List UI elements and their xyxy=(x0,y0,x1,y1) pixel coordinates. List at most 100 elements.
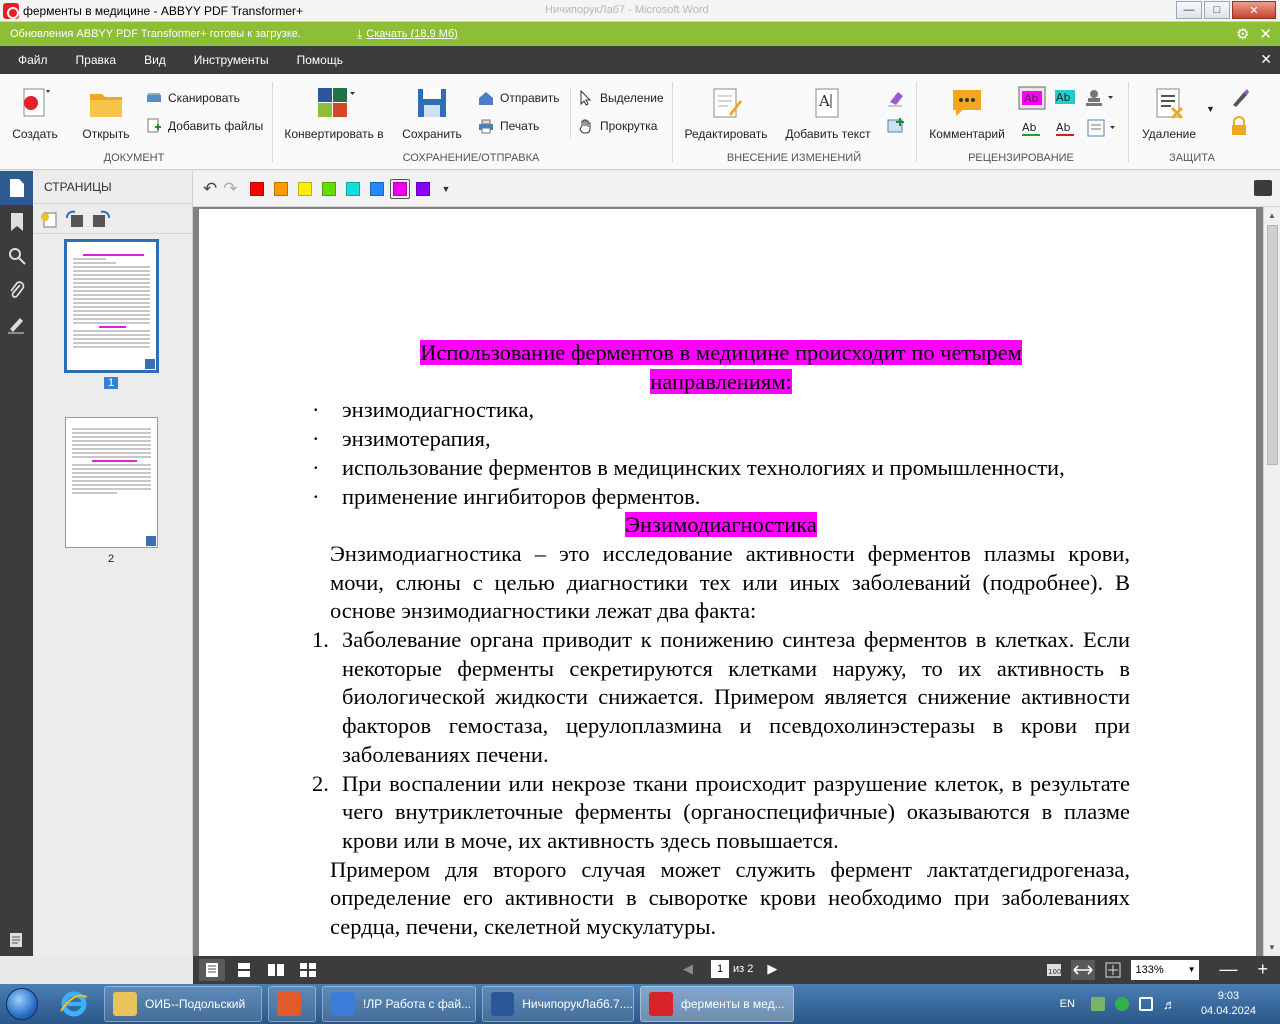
fit-width-icon[interactable] xyxy=(1071,959,1096,980)
highlight-tool-button[interactable]: Ab xyxy=(1018,86,1046,110)
clock[interactable]: 9:03 04.04.2024 xyxy=(1201,989,1256,1019)
cross-out-tool-button[interactable]: Ab xyxy=(1054,118,1078,138)
fit-page-icon[interactable] xyxy=(1103,960,1123,980)
start-button[interactable] xyxy=(0,984,44,1024)
attachments-nav-button[interactable] xyxy=(0,273,33,307)
pages-nav-button[interactable] xyxy=(0,171,33,205)
taskbar-item-2[interactable] xyxy=(268,986,316,1022)
folder-icon xyxy=(90,94,122,117)
two-page-view-button[interactable] xyxy=(263,959,289,981)
menu-edit[interactable]: Правка xyxy=(76,53,117,67)
maximize-button[interactable]: □ xyxy=(1204,1,1230,19)
menu-tools[interactable]: Инструменты xyxy=(194,53,269,67)
add-image-button[interactable] xyxy=(886,116,912,136)
delete-dropdown-arrow[interactable]: ▼ xyxy=(1206,104,1215,114)
page-thumbnail-1[interactable] xyxy=(64,239,159,373)
continuous-view-button[interactable] xyxy=(231,959,257,981)
rotate-left-icon[interactable] xyxy=(65,210,85,228)
svg-text:A: A xyxy=(818,92,830,110)
color-swatch-7[interactable] xyxy=(392,181,407,196)
menu-view[interactable]: Вид xyxy=(144,53,166,67)
gear-icon[interactable]: ⚙ xyxy=(1236,25,1249,43)
zoom-select[interactable]: 133% ▼ xyxy=(1131,959,1200,980)
eraser-tool-button[interactable] xyxy=(886,88,912,108)
undo-icon[interactable]: ↶ xyxy=(203,179,217,199)
edit-button[interactable]: Редактировать xyxy=(682,86,770,141)
save-button[interactable]: Сохранить xyxy=(400,86,464,141)
add-text-button[interactable]: A Добавить текст xyxy=(782,86,874,141)
antivirus-icon[interactable] xyxy=(1114,997,1129,1011)
send-button[interactable]: Отправить xyxy=(478,90,560,106)
action-center-icon[interactable] xyxy=(1138,997,1153,1011)
two-page-continuous-view-button[interactable] xyxy=(295,959,321,981)
print-button[interactable]: Печать xyxy=(478,118,539,134)
sign-button[interactable] xyxy=(1230,88,1250,108)
scroll-tool-button[interactable]: Прокрутка xyxy=(578,118,657,134)
strikethrough-tool-button[interactable]: Ab xyxy=(1020,118,1044,138)
network-shield-icon[interactable] xyxy=(1090,997,1105,1011)
language-indicator[interactable]: EN xyxy=(1060,998,1075,1010)
menu-file[interactable]: Файл xyxy=(18,53,48,67)
annotation-toolbar: ↶ ↷ ▼ xyxy=(193,171,1280,207)
redo-icon[interactable]: ↷ xyxy=(223,179,237,199)
scan-button[interactable]: Сканировать xyxy=(146,90,240,106)
search-nav-button[interactable] xyxy=(0,239,33,273)
color-swatch-5[interactable] xyxy=(345,181,360,196)
previous-page-icon[interactable]: ◀ xyxy=(683,961,693,977)
taskbar-item-3[interactable]: !ЛР Работа с фай... xyxy=(322,986,476,1022)
menu-bar: Файл Правка Вид Инструменты Помощь ✕ xyxy=(0,46,1280,74)
page-thumbnail-2[interactable] xyxy=(65,417,158,548)
minimize-button[interactable]: — xyxy=(1176,1,1202,19)
taskbar-item-1[interactable]: ОИБ--Подольский xyxy=(104,986,262,1022)
background-window-title: НичипорукЛаб7 - Microsoft Word xyxy=(545,4,709,16)
color-swatch-6[interactable] xyxy=(369,181,384,196)
scroll-up-arrow[interactable]: ▲ xyxy=(1268,211,1276,220)
add-files-button[interactable]: Добавить файлы xyxy=(146,118,263,134)
delete-button[interactable]: Удаление xyxy=(1136,86,1202,141)
rotate-right-icon[interactable] xyxy=(91,210,111,228)
text-box-tool-button[interactable] xyxy=(1086,118,1116,138)
convert-to-button[interactable]: Конвертировать в xyxy=(282,86,386,141)
scroll-down-arrow[interactable]: ▼ xyxy=(1268,943,1276,952)
create-button[interactable]: Создать xyxy=(8,86,62,141)
color-swatch-1[interactable] xyxy=(249,181,264,196)
color-swatch-4[interactable] xyxy=(321,181,336,196)
taskbar-item-4[interactable]: НичипорукЛаб6.7.... xyxy=(482,986,634,1022)
scrollbar-thumb[interactable] xyxy=(1267,225,1278,465)
continuous-view-icon xyxy=(238,963,250,977)
volume-icon[interactable]: ♬ xyxy=(1163,997,1177,1012)
comment-button[interactable]: Комментарий xyxy=(924,86,1010,141)
taskbar-item-5[interactable]: ферменты в мед... xyxy=(640,986,794,1022)
ribbon-separator xyxy=(1128,82,1129,162)
close-document-icon[interactable]: ✕ xyxy=(1260,51,1272,68)
vertical-scrollbar[interactable]: ▲ ▼ xyxy=(1263,207,1280,956)
signatures-nav-button[interactable] xyxy=(0,307,33,341)
zoom-in-icon[interactable]: + xyxy=(1257,959,1268,980)
color-dropdown-arrow[interactable]: ▼ xyxy=(442,184,451,194)
color-swatch-8[interactable] xyxy=(415,181,430,196)
select-tool-button[interactable]: Выделение xyxy=(578,90,664,106)
menu-help[interactable]: Помощь xyxy=(297,53,343,67)
zoom-out-icon[interactable]: — xyxy=(1219,959,1237,980)
bookmarks-nav-button[interactable] xyxy=(0,205,33,239)
close-window-button[interactable]: ✕ xyxy=(1232,1,1276,19)
internet-explorer-pinned[interactable] xyxy=(50,986,98,1022)
actual-size-icon[interactable]: 100 xyxy=(1045,961,1063,979)
current-page-input[interactable]: 1 xyxy=(711,960,729,978)
single-page-view-button[interactable] xyxy=(199,959,225,981)
page-properties-icon[interactable] xyxy=(39,210,59,228)
close-icon[interactable]: ✕ xyxy=(1259,25,1272,43)
document-properties-button[interactable] xyxy=(8,931,26,952)
open-button[interactable]: Открыть xyxy=(78,86,134,141)
protect-button[interactable] xyxy=(1230,116,1248,136)
next-page-icon[interactable]: ▶ xyxy=(767,961,777,977)
document-viewport[interactable]: Использование ферментов в медицине проис… xyxy=(193,207,1280,956)
svg-text:Ab: Ab xyxy=(1022,121,1037,134)
office-formats-icon xyxy=(318,88,355,117)
comments-pane-icon[interactable] xyxy=(1254,180,1272,196)
stamp-tool-button[interactable] xyxy=(1084,88,1114,108)
color-swatch-3[interactable] xyxy=(297,181,312,196)
download-update-link[interactable]: Скачать (18,9 Мб) xyxy=(366,28,458,40)
underline-tool-button[interactable]: Ab xyxy=(1054,88,1076,108)
color-swatch-2[interactable] xyxy=(273,181,288,196)
